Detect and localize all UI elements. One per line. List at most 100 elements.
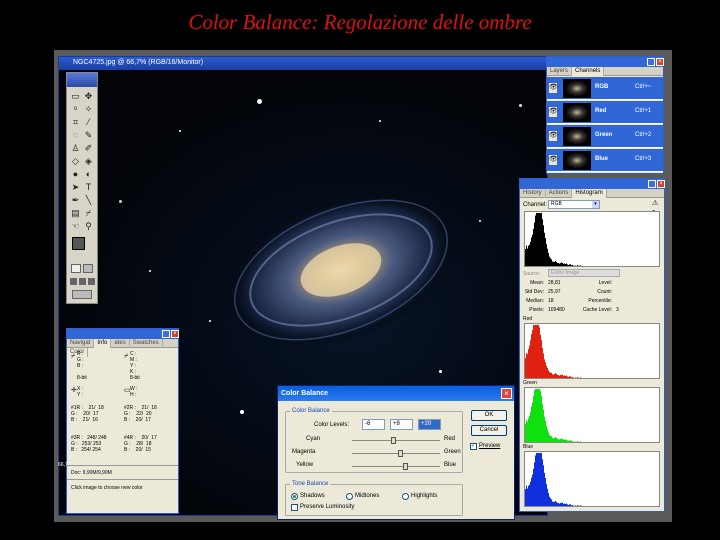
dodge-tool-icon[interactable]: ◐: [83, 169, 94, 180]
stat-value: 3: [616, 307, 619, 313]
screen-mode-2-icon[interactable]: [79, 278, 86, 285]
magenta-green-slider[interactable]: [352, 450, 440, 457]
hand-tool-icon[interactable]: ☜: [70, 221, 81, 232]
tab-info[interactable]: Info: [94, 339, 112, 348]
highlights-label: Highlights: [411, 493, 438, 499]
zoom-readout[interactable]: 66,7: [58, 462, 68, 468]
document-title: NGC4725.jpg @ 66,7% (RGB/16/Monitor): [73, 59, 204, 66]
tab-history[interactable]: History: [520, 189, 546, 198]
eyedropper-icon: ⌿: [124, 353, 129, 360]
preserve-luminosity-checkbox[interactable]: [291, 504, 298, 511]
slider-thumb[interactable]: [397, 450, 403, 457]
jump-to-imageready-icon[interactable]: [72, 290, 92, 299]
slider-left-label: Cyan: [306, 436, 321, 442]
close-icon[interactable]: ×: [501, 388, 512, 399]
tab-actions[interactable]: Actions: [546, 189, 573, 198]
info-cmyk-readout: C : M : Y : K : 8-bit: [130, 351, 140, 381]
tab-channels[interactable]: Channels: [572, 67, 605, 76]
dialog-titlebar[interactable]: Color Balance: [278, 386, 514, 401]
palette-close-icon[interactable]: ×: [171, 330, 179, 338]
screen-mode-1-icon[interactable]: [70, 278, 77, 285]
slice-tool-icon[interactable]: ⁄: [83, 117, 94, 128]
screen-mode-3-icon[interactable]: [88, 278, 95, 285]
channel-row-rgb[interactable]: 👁 RGB Ctrl+~: [547, 77, 663, 100]
standard-mode-icon[interactable]: [71, 264, 81, 273]
tab-histogram[interactable]: Histogram: [572, 189, 607, 198]
visibility-eye-icon[interactable]: 👁: [549, 107, 558, 117]
crop-tool-icon[interactable]: ⌗: [70, 117, 81, 128]
warning-icon: ⚠: [652, 200, 659, 207]
blur-tool-icon[interactable]: ●: [70, 169, 81, 180]
lasso-tool-icon[interactable]: ᵒ: [70, 104, 81, 115]
channel-select[interactable]: RGB ▾: [548, 200, 600, 209]
channel-label: Channel:: [523, 202, 548, 208]
pen-tool-icon[interactable]: ✒: [70, 195, 81, 206]
palette-minimize-icon[interactable]: [648, 180, 656, 188]
visibility-eye-icon[interactable]: 👁: [549, 131, 558, 141]
path-select-icon[interactable]: ➤: [70, 182, 81, 193]
chevron-down-icon: ▾: [592, 201, 599, 208]
eyedropper-icon[interactable]: ⌿: [83, 208, 94, 219]
midtones-radio[interactable]: [346, 493, 353, 500]
channel-name: Red: [595, 108, 607, 114]
tab-swatches[interactable]: Swatches: [130, 339, 163, 348]
brush-tool-icon[interactable]: ✎: [83, 130, 94, 141]
marquee-tool-icon[interactable]: ▭: [70, 91, 81, 102]
source-select-value: Entire Image: [551, 270, 580, 276]
channel-row-blue[interactable]: 👁 Blue Ctrl+3: [547, 149, 663, 172]
palette-minimize-icon[interactable]: [647, 58, 655, 66]
yellow-blue-level-input[interactable]: +20: [418, 419, 441, 430]
zoom-tool-icon[interactable]: ⚲: [83, 221, 94, 232]
toolbox-logo: [67, 73, 97, 87]
paint-bucket-icon[interactable]: ◈: [83, 156, 94, 167]
type-tool-icon[interactable]: T: [83, 182, 94, 193]
channel-name: Blue: [595, 156, 609, 162]
channel-row-red[interactable]: 👁 Red Ctrl+1: [547, 101, 663, 124]
palette-minimize-icon[interactable]: [162, 330, 170, 338]
magic-wand-icon[interactable]: ✧: [83, 104, 94, 115]
eraser-tool-icon[interactable]: ◇: [70, 156, 81, 167]
channel-shortcut: Ctrl+3: [635, 156, 652, 162]
preview-checkbox[interactable]: ✓: [470, 443, 477, 450]
quickmask-mode-icon[interactable]: [83, 264, 93, 273]
shadows-radio[interactable]: [291, 493, 298, 500]
slider-right-label: Red: [444, 436, 456, 442]
visibility-eye-icon[interactable]: 👁: [549, 83, 558, 93]
green-section-label: Green: [523, 380, 537, 386]
slider-right-label: Green: [444, 449, 461, 455]
shape-tool-icon[interactable]: ╲: [83, 195, 94, 206]
magenta-green-level-input[interactable]: +8: [390, 419, 413, 430]
color-balance-group: Color Balance Color Levels: -6 +8 +20 Cy…: [285, 408, 463, 473]
sampler-2-readout: #2R : 21/ 18 G : 22/ 20 B : 20/ 17: [124, 405, 157, 423]
history-brush-icon[interactable]: ✐: [83, 143, 94, 154]
document-titlebar[interactable]: NGC4725.jpg @ 66,7% (RGB/16/Monitor): [59, 57, 547, 70]
tab-variations[interactable]: ates: [111, 339, 130, 348]
sampler-1-readout: #1R : 21/ 18 G : 20/ 17 B : 21/ 16: [71, 405, 104, 423]
yellow-blue-slider[interactable]: [352, 463, 440, 470]
histogram-palette-titlebar[interactable]: [520, 179, 664, 189]
tab-navigator[interactable]: Navigat: [67, 339, 95, 348]
palette-close-icon[interactable]: ×: [657, 180, 665, 188]
stamp-tool-icon[interactable]: ♙: [70, 143, 81, 154]
cyan-red-level-input[interactable]: -6: [362, 419, 385, 430]
cancel-button[interactable]: Cancel: [471, 425, 507, 436]
channel-row-green[interactable]: 👁 Green Ctrl+2: [547, 125, 663, 148]
source-select[interactable]: Entire Image: [548, 269, 620, 277]
slider-left-label: Yellow: [296, 462, 314, 468]
move-tool-icon[interactable]: ✥: [83, 91, 94, 102]
foreground-color-swatch[interactable]: [72, 237, 85, 250]
cyan-red-slider[interactable]: [352, 437, 440, 444]
notes-tool-icon[interactable]: ▤: [70, 208, 81, 219]
channels-palette: × Layers Channels 👁 RGB Ctrl+~ 👁 Red Ctrl+1…: [546, 56, 664, 174]
channel-thumbnail: [563, 79, 591, 98]
channel-select-value: RGB: [551, 201, 562, 207]
palette-close-icon[interactable]: ×: [656, 58, 664, 66]
highlights-radio[interactable]: [402, 493, 409, 500]
visibility-eye-icon[interactable]: 👁: [549, 155, 558, 165]
slider-thumb[interactable]: [391, 437, 397, 444]
slider-thumb[interactable]: [402, 463, 408, 470]
healing-brush-icon[interactable]: ◌: [70, 130, 81, 141]
channels-palette-titlebar[interactable]: [547, 57, 663, 67]
tab-layers[interactable]: Layers: [547, 67, 573, 76]
ok-button[interactable]: OK: [471, 410, 507, 421]
